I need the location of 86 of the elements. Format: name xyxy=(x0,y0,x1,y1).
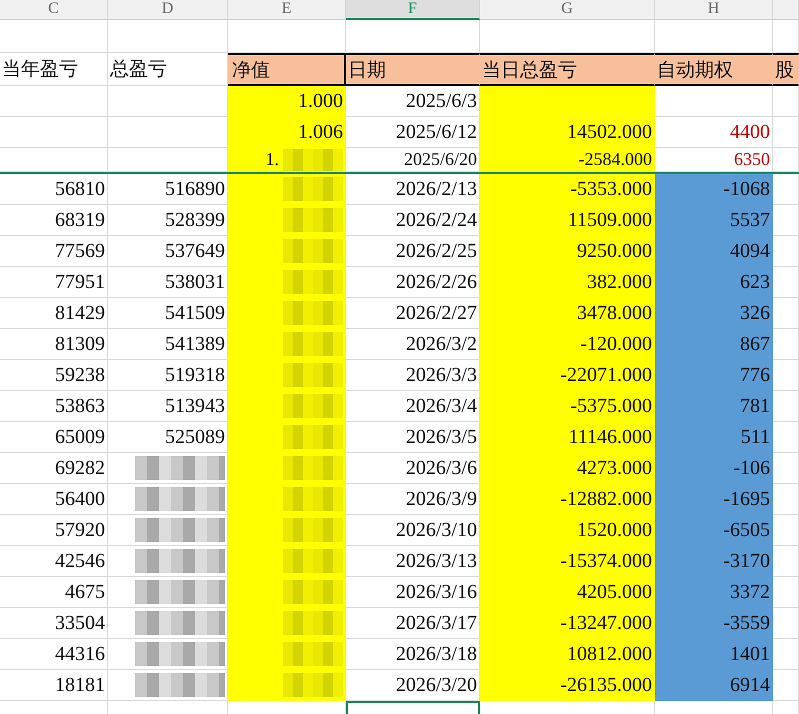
table-cell: 1401 xyxy=(655,639,773,670)
table-cell: 59238 xyxy=(0,360,108,391)
table-cell: 11509.000 xyxy=(480,205,655,236)
table-cell: -15374.000 xyxy=(480,546,655,577)
table-cell: 6914 xyxy=(655,670,773,701)
table-cell: 4273.000 xyxy=(480,453,655,484)
table-cell: -106 xyxy=(655,453,773,484)
table-cell: 511 xyxy=(655,422,773,453)
table-cell: 1. xyxy=(228,148,346,172)
table-cell: -1068 xyxy=(655,174,773,205)
table-cell: 4205.000 xyxy=(480,577,655,608)
column-header[interactable]: F xyxy=(346,0,480,20)
empty-cell xyxy=(773,236,799,267)
empty-cell xyxy=(773,174,799,205)
table-cell: 14502.000 xyxy=(480,117,655,148)
table-cell: 81309 xyxy=(0,329,108,360)
table-cell: -2584.000 xyxy=(480,148,655,172)
column-title: 当年盈亏 xyxy=(0,53,108,86)
table-cell: 53863 xyxy=(0,391,108,422)
table-cell: 81429 xyxy=(0,298,108,329)
table-cell: 1.006 xyxy=(228,117,346,148)
table-cell: 42546 xyxy=(0,546,108,577)
table-cell: -13247.000 xyxy=(480,608,655,639)
table-cell: 77569 xyxy=(0,236,108,267)
table-cell: -120.000 xyxy=(480,329,655,360)
table-cell: -1695 xyxy=(655,484,773,515)
table-cell: 9250.000 xyxy=(480,236,655,267)
table-cell: -3170 xyxy=(655,546,773,577)
table-cell: 65009 xyxy=(0,422,108,453)
table-cell: 776 xyxy=(655,360,773,391)
table-cell: 4400 xyxy=(655,117,773,148)
table-cell: 623 xyxy=(655,267,773,298)
table-cell: 11146.000 xyxy=(480,422,655,453)
column-header[interactable]: H xyxy=(655,0,773,20)
table-cell: 57920 xyxy=(0,515,108,546)
table-cell: 326 xyxy=(655,298,773,329)
column-header[interactable]: C xyxy=(0,0,108,20)
empty-cell xyxy=(773,639,799,670)
table-cell: 77951 xyxy=(0,267,108,298)
column-title: 自动期权 xyxy=(655,53,773,86)
table-cell: -6505 xyxy=(655,515,773,546)
empty-cell xyxy=(773,546,799,577)
table-cell: 56400 xyxy=(0,484,108,515)
table-cell: 4094 xyxy=(655,236,773,267)
table-cell: -5375.000 xyxy=(480,391,655,422)
column-title: 股 xyxy=(773,53,799,86)
table-cell: 69282 xyxy=(0,453,108,484)
empty-cell xyxy=(773,670,799,701)
empty-cell xyxy=(773,391,799,422)
empty-cell xyxy=(773,484,799,515)
empty-cell xyxy=(773,360,799,391)
table-cell: 382.000 xyxy=(480,267,655,298)
column-title: 净值 xyxy=(228,53,346,86)
table-cell: 10812.000 xyxy=(480,639,655,670)
table-cell: 56810 xyxy=(0,174,108,205)
column-title: 当日总盈亏 xyxy=(480,53,655,86)
empty-cell xyxy=(773,329,799,360)
table-cell: 781 xyxy=(655,391,773,422)
table-cell: -22071.000 xyxy=(480,360,655,391)
empty-cell xyxy=(773,515,799,546)
table-cell: 68319 xyxy=(0,205,108,236)
empty-cell xyxy=(773,205,799,236)
table-cell: 867 xyxy=(655,329,773,360)
table-cell: -12882.000 xyxy=(480,484,655,515)
table-cell: -5353.000 xyxy=(480,174,655,205)
table-cell: 4675 xyxy=(0,577,108,608)
table-cell: -26135.000 xyxy=(480,670,655,701)
table-cell: 3372 xyxy=(655,577,773,608)
empty-cell xyxy=(773,608,799,639)
empty-cell xyxy=(773,453,799,484)
empty-cell xyxy=(773,267,799,298)
empty-cell xyxy=(773,117,799,148)
table-cell: 33504 xyxy=(0,608,108,639)
table-cell: 5537 xyxy=(655,205,773,236)
table-cell: 18181 xyxy=(0,670,108,701)
empty-cell xyxy=(773,422,799,453)
table-cell: 1520.000 xyxy=(480,515,655,546)
column-header[interactable]: G xyxy=(480,0,655,20)
column-title: 日期 xyxy=(346,53,480,86)
table-cell: 44316 xyxy=(0,639,108,670)
empty-cell xyxy=(773,298,799,329)
table-cell: -3559 xyxy=(655,608,773,639)
table-cell: 3478.000 xyxy=(480,298,655,329)
empty-cell xyxy=(773,577,799,608)
column-header[interactable]: D xyxy=(108,0,228,20)
table-cell: 1.000 xyxy=(228,86,346,117)
